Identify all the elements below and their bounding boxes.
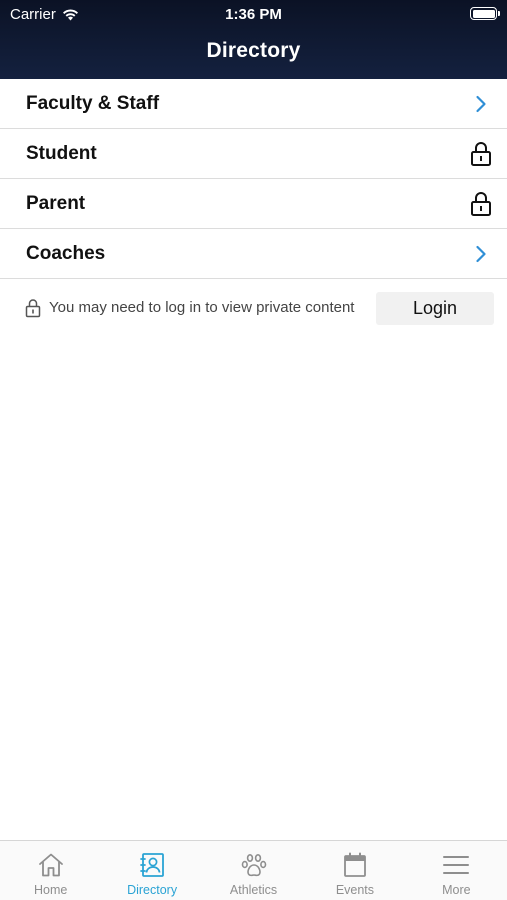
tab-label: More: [442, 883, 471, 897]
tab-bar: Home Directory Athletics Events More: [0, 840, 507, 900]
login-notice-text: You may need to log in to view private c…: [49, 299, 355, 316]
tab-athletics[interactable]: Athletics: [203, 841, 304, 900]
login-button[interactable]: Login: [376, 292, 494, 325]
tab-directory[interactable]: Directory: [101, 841, 202, 900]
list-item-label: Student: [26, 142, 97, 164]
chevron-right-icon: [469, 241, 493, 267]
lock-icon: [469, 191, 493, 217]
page-title: Directory: [206, 39, 301, 62]
app-header: Carrier 1:36 PM Directory: [0, 0, 507, 79]
lock-icon: [25, 299, 41, 318]
list-item-label: Faculty & Staff: [26, 92, 160, 114]
tab-label: Directory: [127, 883, 178, 897]
directory-icon: [140, 853, 165, 877]
list-item-student[interactable]: Student: [0, 129, 507, 179]
paw-icon: [241, 853, 266, 877]
directory-list: Faculty & Staff Student Parent Coaches: [0, 79, 507, 279]
list-item-label: Coaches: [26, 242, 106, 264]
tab-label: Athletics: [229, 883, 278, 897]
lock-icon: [469, 141, 493, 167]
tab-label: Home: [34, 883, 68, 897]
list-item-coaches[interactable]: Coaches: [0, 229, 507, 279]
list-item-faculty-staff[interactable]: Faculty & Staff: [0, 79, 507, 129]
login-notice: You may need to log in to view private c…: [0, 290, 507, 326]
list-item-parent[interactable]: Parent: [0, 179, 507, 229]
menu-icon: [443, 856, 470, 874]
home-icon: [38, 853, 63, 877]
list-item-label: Parent: [26, 192, 86, 214]
tab-home[interactable]: Home: [0, 841, 101, 900]
calendar-icon: [344, 852, 366, 877]
tab-events[interactable]: Events: [304, 841, 405, 900]
battery-icon: [470, 7, 500, 20]
tab-label: Events: [335, 883, 375, 897]
tab-more[interactable]: More: [406, 841, 507, 900]
clock: 1:36 PM: [225, 6, 282, 23]
status-bar: Carrier 1:36 PM: [0, 0, 507, 28]
chevron-right-icon: [469, 91, 493, 117]
